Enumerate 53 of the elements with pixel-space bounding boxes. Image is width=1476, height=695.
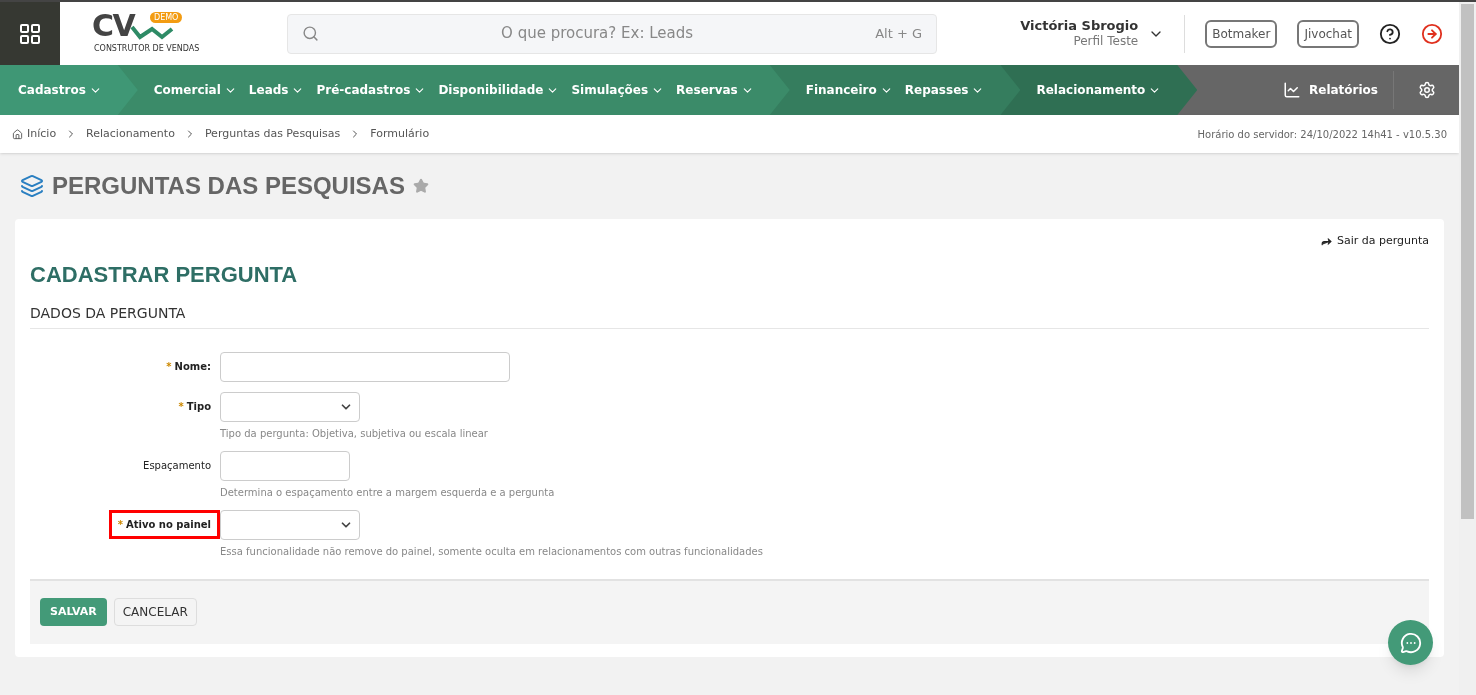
nav-item[interactable]: Financeiro	[805, 81, 893, 99]
user-name: Victória Sbrogio	[1020, 17, 1139, 35]
header-button[interactable]: Botmaker	[1205, 19, 1278, 48]
home-icon	[12, 128, 23, 140]
shortcut-hint: Alt + G	[875, 24, 922, 43]
search-icon	[302, 25, 319, 42]
save-button[interactable]: SALVAR	[40, 598, 107, 626]
breadcrumb-link[interactable]: Perguntas das Pesquisas	[204, 125, 341, 143]
star-icon[interactable]	[412, 178, 429, 194]
breadcrumb-link[interactable]: Relacionamento	[86, 125, 175, 143]
field-hint: Determina o espaçamento entre a margem esquerda e a pergunta	[220, 485, 556, 500]
help-icon[interactable]	[1379, 22, 1401, 45]
nav-item[interactable]: Pré-cadastros	[316, 81, 427, 99]
nav-item[interactable]: Relacionamento	[1036, 81, 1162, 99]
header-button[interactable]: Jivochat	[1297, 19, 1359, 48]
page-title: PERGUNTAS DAS PESQUISAS	[52, 171, 405, 201]
exit-link[interactable]: Sair da pergunta	[1319, 233, 1429, 250]
line-chart-icon	[1283, 81, 1301, 99]
reports-link[interactable]: Relatórios	[1268, 65, 1393, 115]
server-time: Horário do servidor: 24/10/2022 14h41 - v10.5.30	[1197, 127, 1447, 142]
settings-icon[interactable]	[1417, 81, 1436, 99]
nav-item[interactable]: Disponibilidade	[438, 81, 560, 99]
text-field[interactable]	[220, 450, 350, 481]
stack-icon	[20, 174, 44, 198]
user-profile: Perfil Teste	[1073, 34, 1139, 50]
field-label: * Tipo	[177, 400, 212, 414]
nav-item[interactable]: Cadastros	[18, 81, 102, 99]
section-title: DADOS DA PERGUNTA	[30, 302, 1429, 329]
user-menu[interactable]: Victória Sbrogio Perfil Teste	[1020, 14, 1186, 53]
form-title: CADASTRAR PERGUNTA	[30, 260, 299, 289]
breadcrumb-link[interactable]: Formulário	[370, 125, 430, 143]
nav-item[interactable]: Leads	[248, 81, 305, 99]
breadcrumb-link[interactable]: Início	[27, 125, 57, 143]
select-field[interactable]	[220, 391, 360, 422]
field-label: Espaçamento	[142, 459, 212, 473]
nav-item[interactable]: Repasses	[904, 81, 985, 99]
select-field[interactable]	[220, 509, 360, 540]
chat-button[interactable]	[1388, 620, 1433, 665]
apps-menu-button[interactable]	[0, 2, 60, 65]
field-label: * Ativo no painel	[108, 510, 220, 539]
field-hint: Essa funcionalidade não remove do painel, somente oculta em relacionamentos com outras funcionalidades	[220, 544, 764, 559]
nav-item[interactable]: Comercial	[153, 81, 237, 99]
cancel-button[interactable]: CANCELAR	[113, 598, 197, 626]
search-field[interactable]: O que procura? Ex: Leads Alt + G	[287, 13, 937, 54]
logout-icon[interactable]	[1421, 22, 1443, 45]
logo[interactable]: CV DEMO CONSTRUTOR DE VENDAS	[90, 10, 208, 57]
chat-bubble-icon	[1399, 631, 1422, 654]
text-field[interactable]	[220, 351, 510, 382]
field-label: * Nome:	[165, 360, 212, 374]
nav-item[interactable]: Reservas	[676, 81, 754, 99]
nav-item[interactable]: Simulações	[571, 81, 665, 99]
field-hint: Tipo da pergunta: Objetiva, subjetiva ou escala linear	[220, 426, 489, 441]
grid-icon	[18, 21, 42, 46]
